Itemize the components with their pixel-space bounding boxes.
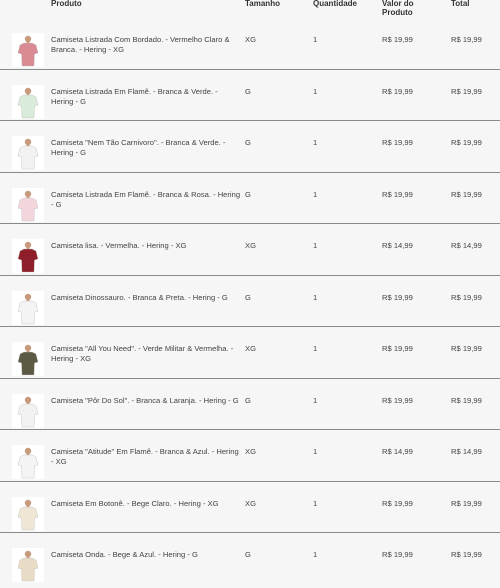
tshirt-model-icon	[12, 187, 44, 222]
header-tamanho: Tamanho	[245, 0, 280, 8]
product-quantity: 1	[313, 395, 318, 405]
product-name[interactable]: Camiseta "Pôr Do Sol". - Branca & Laranj…	[51, 396, 241, 406]
product-name[interactable]: Camiseta Listrada Com Bordado. - Vermelh…	[51, 35, 241, 55]
product-total: R$ 19,99	[451, 395, 482, 405]
product-price: R$ 19,99	[382, 138, 413, 147]
table-row: Camiseta Listrada Em Flamê. - Branca & V…	[0, 70, 500, 121]
product-total: R$ 19,99	[451, 344, 482, 353]
tshirt-model-icon	[12, 496, 44, 531]
product-total: R$ 19,99	[451, 86, 482, 96]
table-row: Camiseta "Nem Tão Carnivoro". - Branca &…	[0, 121, 500, 173]
product-thumbnail[interactable]	[12, 445, 44, 479]
product-size: G	[245, 395, 251, 405]
tshirt-model-icon	[12, 548, 44, 582]
tshirt-model-icon	[12, 393, 44, 428]
product-thumbnail[interactable]	[12, 239, 44, 273]
product-thumbnail[interactable]	[12, 342, 44, 376]
table-row: Camiseta "Pôr Do Sol". - Branca & Laranj…	[0, 379, 500, 430]
product-size: G	[245, 86, 251, 96]
product-thumbnail[interactable]	[12, 290, 44, 325]
product-price: R$ 19,99	[382, 292, 413, 302]
product-name[interactable]: Camiseta Listrada Em Flamê. - Branca & V…	[51, 87, 241, 107]
table-row: Camiseta Dinossauro. - Branca & Preta. -…	[0, 276, 500, 327]
product-name[interactable]: Camiseta Dinossauro. - Branca & Preta. -…	[51, 293, 241, 303]
product-quantity: 1	[313, 189, 318, 199]
tshirt-model-icon	[12, 342, 44, 376]
product-size: XG	[245, 344, 256, 353]
table-header: Produto Tamanho Quantidade Valor do Prod…	[0, 0, 500, 18]
product-size: G	[245, 138, 251, 147]
tshirt-model-icon	[12, 445, 44, 479]
product-size: XG	[245, 241, 256, 250]
product-price: R$ 19,99	[382, 35, 413, 44]
product-price: R$ 19,99	[382, 550, 413, 559]
product-thumbnail[interactable]	[12, 548, 44, 582]
tshirt-model-icon	[12, 239, 44, 273]
product-thumbnail[interactable]	[12, 136, 44, 170]
table-row: Camiseta "All You Need". - Verde Militar…	[0, 327, 500, 379]
table-row: Camiseta lisa. - Vermelha. - Hering - XG…	[0, 224, 500, 276]
header-total: Total	[451, 0, 470, 8]
product-name[interactable]: Camiseta lisa. - Vermelha. - Hering - XG	[51, 241, 241, 251]
product-quantity: 1	[313, 344, 318, 353]
product-size: G	[245, 189, 251, 199]
product-quantity: 1	[313, 138, 318, 147]
product-size: G	[245, 550, 251, 559]
product-total: R$ 19,99	[451, 292, 482, 302]
table-row: Camiseta Em Botonê. - Bege Claro. - Heri…	[0, 482, 500, 533]
product-total: R$ 19,99	[451, 35, 482, 44]
tshirt-model-icon	[12, 290, 44, 325]
order-items-table: Produto Tamanho Quantidade Valor do Prod…	[0, 0, 500, 588]
header-valor: Valor do Produto	[382, 0, 414, 17]
product-thumbnail[interactable]	[12, 496, 44, 531]
table-row: Camiseta Listrada Com Bordado. - Vermelh…	[0, 18, 500, 70]
product-price: R$ 19,99	[382, 498, 413, 508]
tshirt-model-icon	[12, 136, 44, 170]
product-quantity: 1	[313, 447, 318, 456]
product-price: R$ 19,99	[382, 344, 413, 353]
table-row: Camiseta Listrada Em Flamê. - Branca & R…	[0, 173, 500, 224]
product-price: R$ 14,99	[382, 241, 413, 250]
product-price: R$ 14,99	[382, 447, 413, 456]
product-name[interactable]: Camiseta Em Botonê. - Bege Claro. - Heri…	[51, 499, 241, 509]
product-total: R$ 19,99	[451, 138, 482, 147]
tshirt-model-icon	[12, 33, 44, 67]
product-name[interactable]: Camiseta "Nem Tão Carnivoro". - Branca &…	[51, 138, 241, 158]
product-size: XG	[245, 498, 256, 508]
product-size: G	[245, 292, 251, 302]
product-total: R$ 14,99	[451, 241, 482, 250]
product-quantity: 1	[313, 241, 318, 250]
product-thumbnail[interactable]	[12, 84, 44, 119]
product-price: R$ 19,99	[382, 189, 413, 199]
product-size: XG	[245, 35, 256, 44]
product-size: XG	[245, 447, 256, 456]
table-row: Camiseta "Atitude" Em Flamê. - Branca & …	[0, 430, 500, 482]
product-total: R$ 19,99	[451, 550, 482, 559]
table-body: Camiseta Listrada Com Bordado. - Vermelh…	[0, 18, 500, 585]
product-thumbnail[interactable]	[12, 33, 44, 67]
product-name[interactable]: Camiseta "All You Need". - Verde Militar…	[51, 344, 241, 364]
product-price: R$ 19,99	[382, 395, 413, 405]
product-thumbnail[interactable]	[12, 187, 44, 222]
product-thumbnail[interactable]	[12, 393, 44, 428]
product-total: R$ 14,99	[451, 447, 482, 456]
product-price: R$ 19,99	[382, 86, 413, 96]
product-quantity: 1	[313, 35, 318, 44]
product-quantity: 1	[313, 292, 318, 302]
product-quantity: 1	[313, 86, 318, 96]
product-quantity: 1	[313, 498, 318, 508]
product-name[interactable]: Camiseta Onda. - Bege & Azul. - Hering -…	[51, 550, 241, 560]
product-name[interactable]: Camiseta "Atitude" Em Flamê. - Branca & …	[51, 447, 241, 467]
header-produto: Produto	[51, 0, 82, 8]
tshirt-model-icon	[12, 84, 44, 119]
product-name[interactable]: Camiseta Listrada Em Flamê. - Branca & R…	[51, 190, 241, 210]
product-total: R$ 19,99	[451, 189, 482, 199]
table-row: Camiseta Onda. - Bege & Azul. - Hering -…	[0, 533, 500, 585]
product-quantity: 1	[313, 550, 318, 559]
header-quantidade: Quantidade	[313, 0, 358, 8]
product-total: R$ 19,99	[451, 498, 482, 508]
